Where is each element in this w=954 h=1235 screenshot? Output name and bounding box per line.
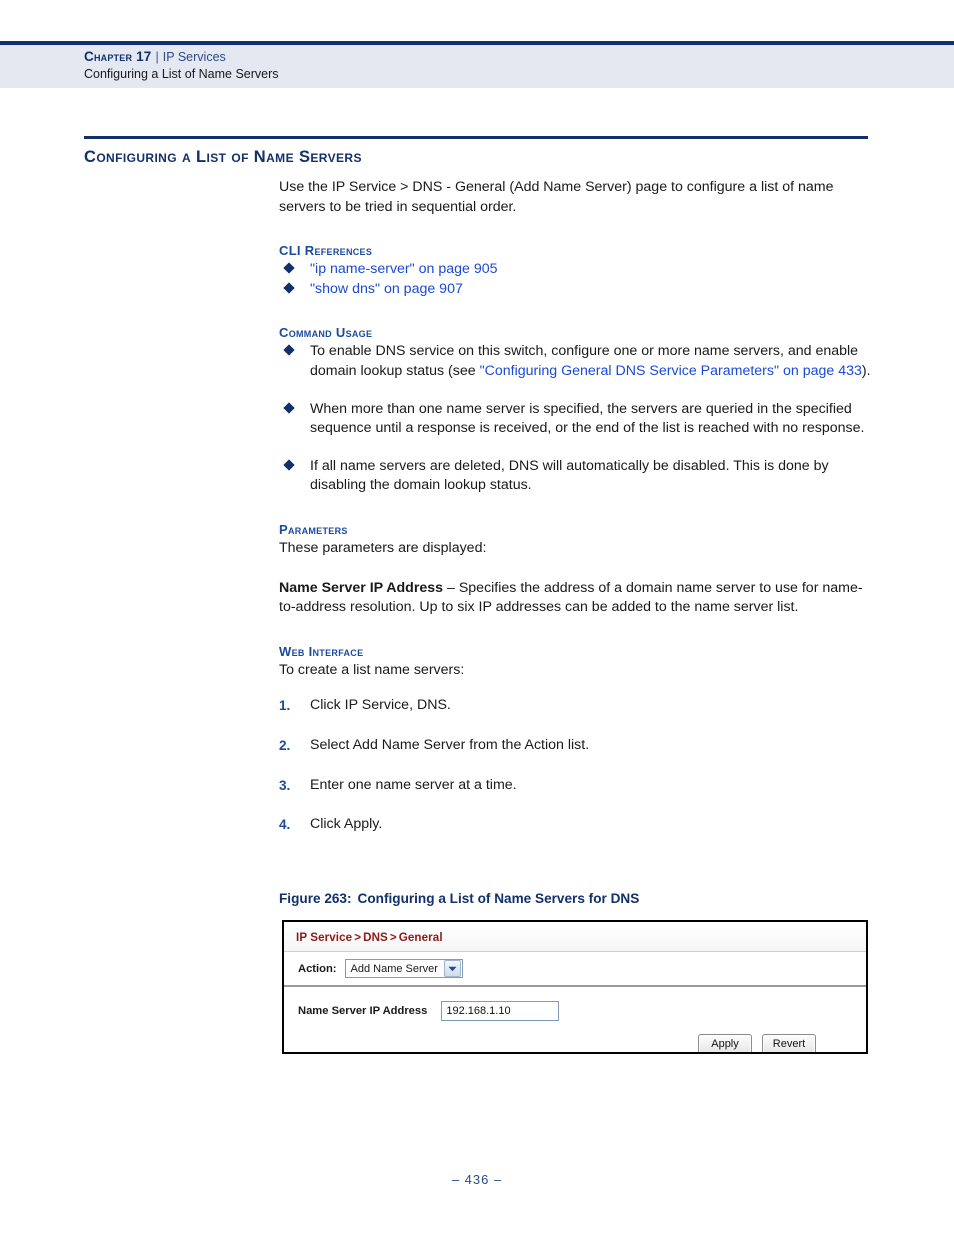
action-label: Action: bbox=[298, 962, 337, 975]
list-item: When more than one name server is specif… bbox=[279, 400, 871, 439]
command-usage-list: To enable DNS service on this switch, co… bbox=[279, 342, 871, 496]
parameters-lead-in: These parameters are displayed: bbox=[279, 539, 487, 556]
chevron-down-icon[interactable] bbox=[443, 960, 461, 977]
usage-text-after: ). bbox=[861, 362, 871, 379]
figure-button-row: Apply Revert bbox=[284, 1021, 866, 1052]
header-chapter-label: Chapter 17 bbox=[84, 49, 152, 64]
cli-references-heading: CLI References bbox=[279, 243, 373, 259]
figure-screenshot: IP Service > DNS > General Action: Add Name … bbox=[282, 920, 868, 1054]
list-item: 2. Select Add Name Server from the Action… bbox=[279, 736, 871, 756]
parameters-heading: Parameters bbox=[279, 521, 348, 537]
header-separator: | bbox=[155, 50, 159, 64]
action-select-value: Add Name Server bbox=[350, 962, 438, 975]
title-rule bbox=[84, 136, 868, 139]
list-item: 1. Click IP Service, DNS. bbox=[279, 696, 871, 716]
breadcrumb-item-dns[interactable]: DNS bbox=[363, 931, 388, 944]
list-item: "ip name-server" on page 905 bbox=[279, 260, 871, 280]
step-text: Select Add Name Server from the Action l… bbox=[310, 736, 590, 753]
figure-caption-text: Configuring a List of Name Servers for D… bbox=[357, 891, 640, 906]
name-server-ip-input[interactable] bbox=[441, 1001, 560, 1021]
step-text: Enter one name server at a time. bbox=[310, 776, 517, 793]
step-text: Click IP Service, DNS. bbox=[310, 697, 451, 714]
web-interface-lead-in: To create a list name servers: bbox=[279, 661, 465, 678]
parameter-term: Name Server IP Address bbox=[279, 579, 444, 596]
name-server-field-row: Name Server IP Address bbox=[284, 987, 866, 1021]
action-row: Action: Add Name Server bbox=[284, 952, 866, 987]
list-item: If all name servers are deleted, DNS wil… bbox=[279, 457, 871, 496]
cli-reference-link[interactable]: "ip name-server" on page 905 bbox=[310, 261, 498, 277]
usage-cross-reference-link[interactable]: "Configuring General DNS Service Paramet… bbox=[480, 363, 862, 379]
diamond-bullet-icon bbox=[283, 262, 295, 274]
header-chapter-line: Chapter 17 | IP Services bbox=[84, 49, 954, 65]
page-footer: – 436 – bbox=[0, 1172, 954, 1187]
breadcrumb-item-ip-service[interactable]: IP Service bbox=[296, 931, 352, 944]
usage-text: When more than one name server is specif… bbox=[310, 400, 865, 437]
page-title: Configuring a List of Name Servers bbox=[84, 148, 362, 166]
revert-button[interactable]: Revert bbox=[762, 1034, 816, 1052]
command-usage-heading: Command Usage bbox=[279, 325, 373, 341]
list-item: To enable DNS service on this switch, co… bbox=[279, 342, 871, 381]
parameter-entry: Name Server IP Address – Specifies the a… bbox=[279, 579, 871, 618]
web-interface-steps: 1. Click IP Service, DNS. 2. Select Add Na… bbox=[279, 696, 871, 834]
page-number: – 436 – bbox=[451, 1172, 503, 1187]
diamond-bullet-icon bbox=[283, 344, 295, 357]
breadcrumb-separator-icon: > bbox=[389, 931, 397, 944]
apply-button[interactable]: Apply bbox=[698, 1034, 752, 1052]
breadcrumb-separator-icon: > bbox=[354, 931, 362, 944]
list-item: "show dns" on page 907 bbox=[279, 280, 871, 300]
action-select[interactable]: Add Name Server bbox=[344, 959, 463, 978]
intro-paragraph: Use the IP Service > DNS - General (Add … bbox=[279, 179, 834, 215]
figure-caption: Figure 263: Configuring a List of Name Se… bbox=[279, 891, 639, 906]
cli-references-list: "ip name-server" on page 905 "show dns" … bbox=[279, 260, 871, 299]
step-number: 3. bbox=[279, 777, 291, 793]
header-section-title: Configuring a List of Name Servers bbox=[84, 67, 279, 81]
step-number: 4. bbox=[279, 817, 291, 833]
list-item: 3. Enter one name server at a time. bbox=[279, 776, 871, 796]
step-text: Click Apply. bbox=[310, 816, 383, 833]
figure-number: Figure 263: bbox=[279, 891, 352, 906]
step-number: 2. bbox=[279, 737, 291, 753]
diamond-bullet-icon bbox=[283, 401, 295, 414]
diamond-bullet-icon bbox=[283, 459, 295, 471]
breadcrumb-item-general[interactable]: General bbox=[399, 931, 443, 944]
name-server-ip-label: Name Server IP Address bbox=[298, 1005, 428, 1017]
breadcrumb: IP Service > DNS > General bbox=[284, 922, 866, 952]
body-column: Use the IP Service > DNS - General (Add … bbox=[279, 178, 871, 855]
header-chapter-topic: IP Services bbox=[162, 50, 226, 64]
step-number: 1. bbox=[279, 698, 291, 714]
usage-text: If all name servers are deleted, DNS wil… bbox=[310, 457, 829, 494]
list-item: 4. Click Apply. bbox=[279, 815, 871, 835]
page-running-header: Chapter 17 | IP Services Configuring a Lis… bbox=[0, 41, 954, 88]
web-interface-heading: Web Interface bbox=[279, 643, 364, 659]
diamond-bullet-icon bbox=[283, 282, 295, 294]
cli-reference-link[interactable]: "show dns" on page 907 bbox=[310, 281, 463, 297]
